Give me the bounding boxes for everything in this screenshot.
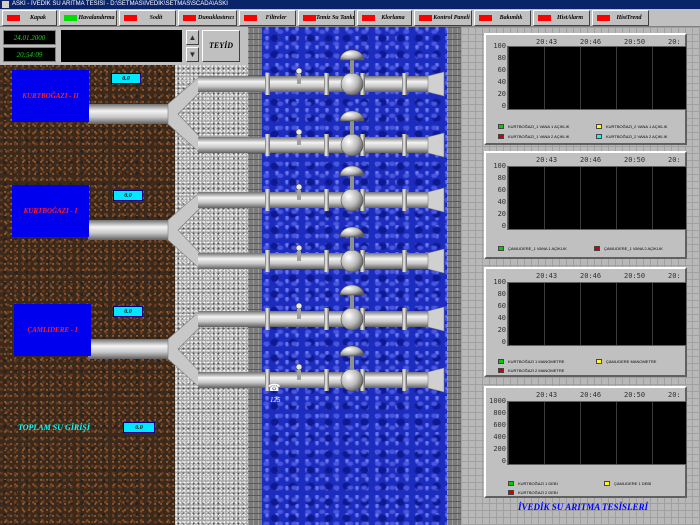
time-tick: 20:46 xyxy=(580,156,602,164)
y-tick: 40 xyxy=(497,314,506,322)
trend-panel-2[interactable]: 20:43 20:46 20:50 20: 100 80 60 40 20 0 … xyxy=(484,151,687,259)
legend-item: KURTBOĞAZI_2 VANA 2 AÇIKLIK xyxy=(596,134,667,139)
y-tick: 400 xyxy=(493,433,506,441)
y-tick: 60 xyxy=(497,186,506,194)
y-tick: 100 xyxy=(493,42,506,50)
flow-value-kurtbogazi-1: 0.0 xyxy=(113,190,143,201)
source-tank-kurtbogazi-1[interactable]: KURTBOĞAZI - I xyxy=(12,185,89,237)
time-tick: 20:43 xyxy=(536,272,558,280)
source-tank-camlidere-1[interactable]: ÇAMLIDERE - I xyxy=(14,304,91,356)
y-tick: 100 xyxy=(493,278,506,286)
source-tank-kurtbogazi-2[interactable]: KURTBOĞAZI - II xyxy=(12,70,89,122)
pipe-branch-kurtbogazi-1 xyxy=(87,165,445,274)
legend-swatch xyxy=(508,490,514,495)
total-inflow-value: 0.0 xyxy=(123,422,155,433)
time-tick: 20:50 xyxy=(624,391,646,399)
y-tick: 0 xyxy=(501,338,506,346)
y-tick: 60 xyxy=(497,66,506,74)
flow-value-camlidere-1: 0.0 xyxy=(113,306,143,317)
legend-item: KURTBOĞAZI_1 VANA 2 AÇIKLIK xyxy=(498,134,569,139)
legend-item: KURTBOĞAZI 2 MANOMETRE xyxy=(498,368,564,373)
legend-item: ÇAMLIDERE MANOMETRE xyxy=(596,359,656,364)
y-tick: 1000 xyxy=(489,397,506,405)
flow-value-kurtbogazi-2: 0.0 xyxy=(111,73,141,84)
y-tick: 100 xyxy=(493,162,506,170)
trend-panel-1[interactable]: 20:43 20:46 20:50 20: 100 80 60 40 20 0 … xyxy=(484,33,687,145)
time-tick: 20:46 xyxy=(580,272,602,280)
pipe-branch-camlidere-1 xyxy=(87,284,445,393)
trend-plot-area xyxy=(507,166,687,230)
time-tick: 20: xyxy=(668,391,681,399)
legend-item: ÇAMLIDERE 1 DEBİ xyxy=(604,481,651,486)
legend-swatch xyxy=(498,368,504,373)
legend-swatch xyxy=(508,481,514,486)
scada-window: ASKI - İVEDİK SU ARITMA TESİSİ - D:\SETM… xyxy=(0,0,700,525)
time-tick: 20:43 xyxy=(536,156,558,164)
y-tick: 800 xyxy=(493,409,506,417)
phone-number: 125 xyxy=(270,396,281,404)
y-tick: 200 xyxy=(493,445,506,453)
phone-icon[interactable]: ☎ xyxy=(268,384,280,394)
y-tick: 40 xyxy=(497,198,506,206)
legend-item: ÇAMLIDERE_1 VANA 1 AÇIKLIK xyxy=(498,246,567,251)
legend-item: KURTBOĞAZI 1 DEBİ xyxy=(508,481,558,486)
legend-item: KURTBOĞAZI_1 VANA 1 AÇIKLIK xyxy=(498,124,569,129)
legend-item: KURTBOĞAZI_2 VANA 1 AÇIKLIK xyxy=(596,124,667,129)
y-tick: 40 xyxy=(497,78,506,86)
y-tick: 20 xyxy=(497,210,506,218)
legend-swatch xyxy=(596,134,602,139)
y-tick: 600 xyxy=(493,421,506,429)
legend-item: KURTBOĞAZI 1 MANOMETRE xyxy=(498,359,564,364)
total-inflow-label: TOPLAM SU GİRİŞİ xyxy=(18,423,90,432)
legend-swatch xyxy=(594,246,600,251)
time-tick: 20:43 xyxy=(536,391,558,399)
y-tick: 80 xyxy=(497,54,506,62)
trend-plot-area xyxy=(507,46,687,110)
y-tick: 80 xyxy=(497,174,506,182)
pipe-branch-kurtbogazi-2 xyxy=(87,49,445,158)
y-tick: 20 xyxy=(497,90,506,98)
y-tick: 20 xyxy=(497,326,506,334)
time-tick: 20:46 xyxy=(580,391,602,399)
time-tick: 20:43 xyxy=(536,38,558,46)
legend-item: ÇAMLIDERE_1 VANA 2 AÇIKLIK xyxy=(594,246,663,251)
time-tick: 20:50 xyxy=(624,156,646,164)
legend-swatch xyxy=(596,124,602,129)
legend-swatch xyxy=(498,246,504,251)
y-tick: 0 xyxy=(501,102,506,110)
y-tick: 60 xyxy=(497,302,506,310)
legend-swatch xyxy=(498,124,504,129)
y-tick: 0 xyxy=(501,457,506,465)
trend-plot-area xyxy=(507,401,687,465)
time-tick: 20:50 xyxy=(624,272,646,280)
trend-panel-3[interactable]: 20:43 20:46 20:50 20: 100 80 60 40 20 0 … xyxy=(484,267,687,377)
time-tick: 20:50 xyxy=(624,38,646,46)
legend-swatch xyxy=(498,359,504,364)
time-tick: 20: xyxy=(668,156,681,164)
y-tick: 0 xyxy=(501,222,506,230)
legend-swatch xyxy=(498,134,504,139)
legend-swatch xyxy=(604,481,610,486)
plant-name-footer: İVEDİK SU ARITMA TESİSLERİ xyxy=(518,502,648,512)
legend-swatch xyxy=(596,359,602,364)
trend-plot-area xyxy=(507,282,687,346)
time-tick: 20: xyxy=(668,38,681,46)
y-tick: 80 xyxy=(497,290,506,298)
time-tick: 20: xyxy=(668,272,681,280)
time-tick: 20:46 xyxy=(580,38,602,46)
legend-item: KURTBOĞAZI 2 DEBİ xyxy=(508,490,558,495)
trend-panel-4[interactable]: 20:43 20:46 20:50 20: 1000 800 600 400 2… xyxy=(484,386,687,498)
